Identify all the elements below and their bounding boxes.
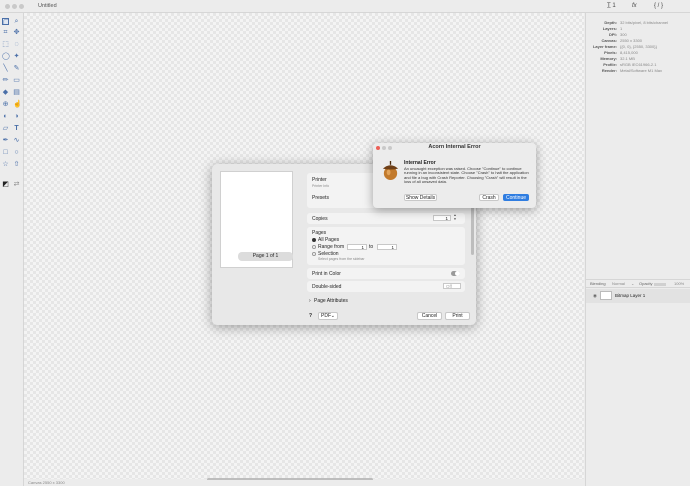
zoom-tool-icon[interactable]: ⌕ [13, 18, 20, 25]
presets-label: Presets [312, 195, 329, 201]
copies-stepper[interactable]: ▲ ▼ [453, 213, 457, 221]
layer-row[interactable]: ◉ Bitmap Layer 1 [586, 289, 690, 303]
line-tool-icon[interactable]: ╲ [2, 65, 9, 72]
zoom-window-button[interactable] [19, 4, 24, 9]
print-in-color-toggle[interactable] [451, 271, 460, 276]
layers-header: Blending Normal ⌄ Opacity 100% [586, 279, 690, 288]
double-sided-label: Double-sided [312, 284, 342, 290]
print-button[interactable]: Print [445, 312, 470, 320]
magic-wand-icon[interactable]: ✦ [13, 53, 20, 60]
info-value: Metal/Software M1 Max [620, 68, 663, 73]
gradient-tool-icon[interactable]: ▤ [13, 89, 20, 96]
opacity-label: Opacity [639, 281, 653, 286]
page-attributes-toggle[interactable]: Page Attributes [314, 298, 348, 304]
continue-button[interactable]: Continue [503, 194, 529, 201]
selection-hint: Select pages from the sidebar [318, 257, 365, 261]
window-titlebar: Untitled T̲ 1 fx { / } [0, 0, 690, 13]
range-from-field[interactable]: 1 [347, 244, 367, 250]
star-tool-icon[interactable]: ☆ [2, 161, 9, 168]
opacity-value[interactable]: 100% [674, 280, 684, 288]
all-pages-radio[interactable] [312, 238, 316, 242]
chevron-down-icon[interactable]: ⌄ [631, 280, 634, 288]
eraser-tool-icon[interactable]: ▭ [13, 77, 20, 84]
eye-icon[interactable]: ◉ [593, 293, 597, 299]
blend-mode-select[interactable]: Normal [612, 280, 625, 288]
layer-thumbnail [600, 291, 612, 300]
pages-group: Pages All Pages Range from 1 to 1 Select… [307, 227, 465, 265]
tab-scripts[interactable]: { / } [654, 3, 663, 9]
crop-tool-icon[interactable]: ⌗ [2, 29, 9, 36]
info-label: Render: [601, 68, 617, 73]
swap-colors-icon[interactable]: ⇄ [13, 181, 20, 188]
printer-info[interactable]: Printer Info [312, 184, 329, 188]
copies-field[interactable]: 1 [433, 215, 451, 221]
pen-tool-icon[interactable]: ✒ [2, 137, 9, 144]
acorn-app-icon [382, 161, 399, 180]
crash-button[interactable]: Crash [479, 194, 499, 201]
smudge-tool-icon[interactable]: ☝ [13, 101, 22, 108]
pdf-menu-button[interactable]: PDF ⌄ [318, 312, 338, 320]
help-button[interactable]: ? [309, 313, 312, 319]
cancel-button[interactable]: Cancel [417, 312, 442, 320]
lasso-tool-icon[interactable]: ◯ [2, 53, 10, 60]
color-group: Print in Color [307, 268, 465, 279]
double-sided-group: Double-sided Off [307, 281, 465, 292]
printer-label: Printer [312, 177, 327, 183]
minimize-window-button[interactable] [12, 4, 17, 9]
blending-label: Blending [590, 281, 606, 286]
info-row: Render: Metal/Software M1 Max [586, 68, 690, 74]
opacity-slider[interactable] [654, 283, 666, 286]
page-indicator[interactable]: Page 1 of 1 [238, 252, 293, 261]
pages-label: Pages [312, 230, 327, 236]
arrow-tool-icon[interactable]: ⇧ [13, 161, 20, 168]
double-sided-select[interactable]: Off [443, 283, 461, 289]
range-radio[interactable] [312, 245, 316, 249]
shape-tool-icon[interactable]: ▱ [2, 125, 9, 132]
rectangle-tool-icon[interactable]: □ [2, 149, 9, 156]
tab-filters[interactable]: fx [632, 3, 637, 9]
circle-tool-icon[interactable]: ○ [13, 149, 20, 156]
status-bar: Canvas 2550 x 3300 [24, 480, 584, 486]
brush-tool-icon[interactable]: ✎ [13, 65, 20, 72]
all-pages-label: All Pages [318, 237, 340, 243]
window-title: Untitled [38, 3, 57, 9]
range-to-field[interactable]: 1 [377, 244, 397, 250]
status-text: Canvas 2550 x 3300 [28, 480, 65, 485]
ellipse-select-icon[interactable]: ◌ [13, 41, 20, 48]
tab-text-layers[interactable]: T̲ 1 [607, 3, 616, 9]
chevron-down-icon: ⌄ [330, 313, 335, 319]
copies-label: Copies [312, 216, 328, 222]
selection-radio[interactable] [312, 252, 316, 256]
marquee-tool-icon[interactable]: ⬚ [2, 41, 9, 48]
print-in-color-label: Print in Color [312, 271, 341, 277]
internal-error-alert: Acorn Internal Error Internal Error An u… [373, 143, 536, 208]
copies-group: Copies 1 ▲ ▼ [307, 213, 465, 224]
alert-message: An uncaught exception was raised. Choose… [404, 166, 529, 185]
toolbox: ▢ ⌕ ⌗ ✥ ⬚ ◌ ◯ ✦ ╲ ✎ ✏ ▭ ◆ ▤ ⊕ ☝ ◐ ◑ ▱ T … [0, 13, 24, 486]
burn-tool-icon[interactable]: ◐ [2, 113, 9, 120]
bezier-tool-icon[interactable]: ∿ [13, 137, 20, 144]
show-details-button[interactable]: Show Details [404, 194, 437, 201]
dodge-tool-icon[interactable]: ◑ [13, 113, 20, 120]
disclosure-chevron-icon[interactable]: › [309, 298, 311, 304]
range-to-label: to [369, 244, 374, 250]
range-label: Range from [318, 244, 345, 250]
transform-tool-icon[interactable]: ✥ [13, 29, 20, 36]
alert-title: Acorn Internal Error [428, 144, 481, 150]
inspector-panel: Depth: 32 bits/pixel, 8 bits/channel Lay… [585, 13, 690, 486]
text-tool-icon[interactable]: T [13, 125, 20, 132]
select-tool-icon[interactable]: ▢ [2, 18, 10, 26]
close-window-button[interactable] [5, 4, 10, 9]
inspector-tabs: T̲ 1 fx { / } [588, 0, 690, 13]
clone-tool-icon[interactable]: ⊕ [2, 101, 9, 108]
layer-name[interactable]: Bitmap Layer 1 [615, 293, 645, 298]
color-swatch-icon[interactable]: ◩ [2, 181, 9, 188]
pencil-tool-icon[interactable]: ✏ [2, 77, 9, 84]
pdf-label: PDF [321, 313, 331, 319]
fill-tool-icon[interactable]: ◆ [2, 89, 9, 96]
